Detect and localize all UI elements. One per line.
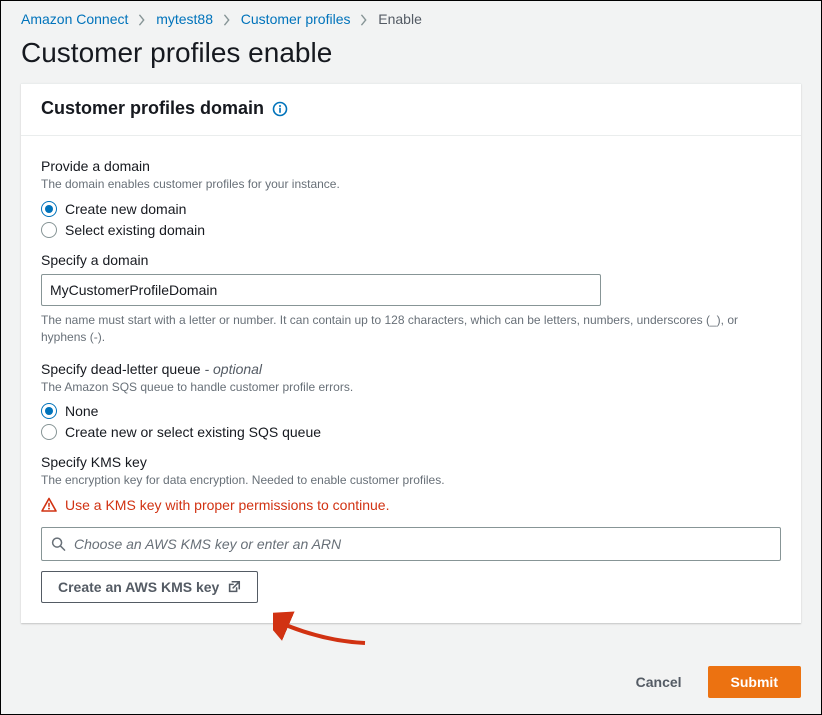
- radio-dlq-none[interactable]: None: [41, 403, 781, 419]
- breadcrumb-current: Enable: [378, 11, 422, 27]
- radio-dlq-existing[interactable]: Create new or select existing SQS queue: [41, 424, 781, 440]
- kms-key-section: Specify KMS key The encryption key for d…: [41, 454, 781, 603]
- create-kms-key-label: Create an AWS KMS key: [58, 579, 219, 595]
- kms-key-search-wrap: [41, 527, 781, 561]
- cancel-button[interactable]: Cancel: [628, 668, 690, 696]
- radio-select-existing-domain[interactable]: Select existing domain: [41, 222, 781, 238]
- dlq-label-text: Specify dead-letter queue: [41, 361, 201, 377]
- kms-warning: Use a KMS key with proper permissions to…: [41, 497, 781, 513]
- create-kms-key-button[interactable]: Create an AWS KMS key: [41, 571, 258, 603]
- chevron-right-icon: [360, 14, 368, 26]
- radio-create-new-domain[interactable]: Create new domain: [41, 201, 781, 217]
- kms-warning-text: Use a KMS key with proper permissions to…: [65, 497, 389, 513]
- warning-icon: [41, 497, 57, 513]
- search-icon: [51, 537, 66, 552]
- info-icon[interactable]: [272, 101, 288, 117]
- radio-label: None: [65, 403, 98, 419]
- radio-icon: [41, 424, 57, 440]
- dlq-optional-suffix: - optional: [201, 361, 262, 377]
- chevron-right-icon: [223, 14, 231, 26]
- radio-icon: [41, 222, 57, 238]
- provide-domain-section: Provide a domain The domain enables cust…: [41, 158, 781, 238]
- card-header: Customer profiles domain: [21, 84, 801, 136]
- breadcrumb-link-instance[interactable]: mytest88: [156, 11, 213, 27]
- radio-label: Create new or select existing SQS queue: [65, 424, 321, 440]
- kms-key-input[interactable]: [41, 527, 781, 561]
- provide-domain-help: The domain enables customer profiles for…: [41, 176, 781, 193]
- specify-domain-section: Specify a domain The name must start wit…: [41, 252, 781, 347]
- form-footer: Cancel Submit: [628, 666, 801, 698]
- dead-letter-queue-section: Specify dead-letter queue - optional The…: [41, 361, 781, 441]
- breadcrumb: Amazon Connect mytest88 Customer profile…: [1, 1, 821, 33]
- dlq-help: The Amazon SQS queue to handle customer …: [41, 379, 781, 396]
- submit-button[interactable]: Submit: [708, 666, 801, 698]
- customer-profiles-domain-card: Customer profiles domain Provide a domai…: [21, 83, 801, 623]
- page-title: Customer profiles enable: [1, 33, 821, 83]
- radio-label: Select existing domain: [65, 222, 205, 238]
- radio-label: Create new domain: [65, 201, 186, 217]
- specify-domain-label: Specify a domain: [41, 252, 781, 268]
- breadcrumb-link-amazon-connect[interactable]: Amazon Connect: [21, 11, 128, 27]
- domain-name-input[interactable]: [41, 274, 601, 306]
- kms-help: The encryption key for data encryption. …: [41, 472, 781, 489]
- radio-icon: [41, 403, 57, 419]
- radio-icon: [41, 201, 57, 217]
- chevron-right-icon: [138, 14, 146, 26]
- dlq-label: Specify dead-letter queue - optional: [41, 361, 781, 377]
- kms-label: Specify KMS key: [41, 454, 781, 470]
- external-link-icon: [227, 580, 241, 594]
- card-title: Customer profiles domain: [41, 98, 264, 119]
- breadcrumb-link-customer-profiles[interactable]: Customer profiles: [241, 11, 351, 27]
- domain-name-hint: The name must start with a letter or num…: [41, 312, 781, 347]
- provide-domain-label: Provide a domain: [41, 158, 781, 174]
